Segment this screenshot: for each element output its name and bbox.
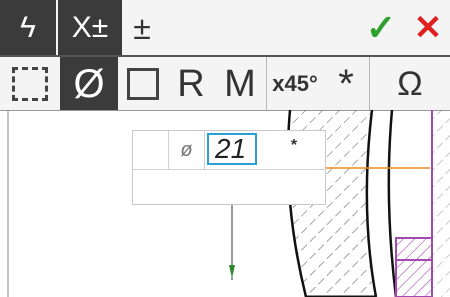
star-icon: * (338, 61, 354, 106)
radius-label: R (177, 62, 205, 105)
suffix-cell[interactable]: * (261, 131, 327, 169)
plus-minus-button[interactable]: ± (122, 0, 162, 55)
purple-hatch (395, 237, 433, 297)
lightning-button[interactable]: ϟ (0, 0, 56, 55)
chamfer-label: x45° (272, 70, 318, 96)
dashed-box-icon (12, 66, 48, 101)
star-button[interactable]: * (323, 57, 369, 110)
plus-minus-label: ± (133, 9, 151, 46)
omega-icon: Ω (397, 64, 423, 103)
diameter-prefix-icon: ø (180, 138, 193, 161)
omega-button[interactable]: Ω (370, 57, 450, 110)
tolerance-row[interactable] (133, 170, 325, 204)
square-button[interactable] (118, 57, 168, 110)
x-plus-minus-button[interactable]: X± (58, 0, 122, 55)
m-label: M (224, 62, 256, 105)
diameter-prefix-cell[interactable]: ø (169, 131, 205, 169)
dimension-value-input[interactable]: 21 (207, 133, 257, 165)
diameter-button[interactable]: Ø (60, 57, 118, 110)
checkmark-icon: ✓ (365, 6, 397, 48)
lightning-icon: ϟ (20, 10, 36, 44)
dashed-box-button[interactable] (0, 57, 60, 110)
arrow-marker (229, 265, 235, 278)
outline-inner (387, 110, 398, 297)
dimension-input-panel: ø 21 * (132, 130, 326, 205)
cancel-button[interactable]: ✕ (406, 0, 450, 55)
dimension-value: 21 (215, 133, 247, 164)
radius-button[interactable]: R (168, 57, 214, 110)
symbol-toolbar: Ø R M x45° * Ω (0, 57, 450, 111)
suffix-asterisk: * (290, 137, 298, 154)
panel-blank-cell[interactable] (133, 131, 169, 169)
top-toolbar: ϟ X± ± ✓ ✕ (0, 0, 450, 57)
m-button[interactable]: M (214, 57, 266, 110)
x-plus-minus-label: X± (71, 10, 109, 44)
close-icon: ✕ (413, 8, 443, 47)
ok-button[interactable]: ✓ (356, 0, 406, 55)
chamfer-button[interactable]: x45° (267, 57, 323, 110)
square-icon (127, 67, 159, 100)
diameter-icon: Ø (73, 61, 105, 106)
